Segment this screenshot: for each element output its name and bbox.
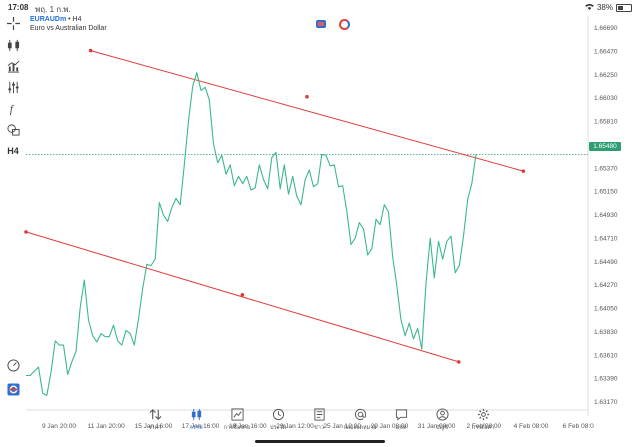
lower-channel-handle[interactable] xyxy=(240,293,245,297)
time-tick-label: 9 Jan 20:00 xyxy=(42,423,76,430)
price-tick-label: 1.65150 xyxy=(594,189,618,196)
lower-channel-line[interactable] xyxy=(25,231,459,363)
price-tick-label: 1.64490 xyxy=(594,259,618,266)
candlestick-icon xyxy=(191,408,201,421)
tab-label: การตั้งค่า xyxy=(471,425,495,431)
tab-label: กล่องจดหมาย xyxy=(343,425,377,431)
price-tick-label: 1.63610 xyxy=(594,352,618,359)
price-tick-label: 1.66030 xyxy=(594,95,618,102)
trend-chart-icon xyxy=(230,408,244,421)
sort-arrows-icon xyxy=(149,409,161,420)
price-tick-label: 1.63390 xyxy=(594,376,618,383)
lower-channel-handle[interactable] xyxy=(456,360,461,364)
at-icon xyxy=(354,408,366,420)
chat-icon xyxy=(395,409,407,421)
gear-icon xyxy=(477,408,489,421)
current-price-label: 1.65480 xyxy=(589,142,621,151)
tab-label: ราคา xyxy=(148,425,162,431)
price-tick-label: 1.65810 xyxy=(594,119,618,126)
tab-label: ข่าว xyxy=(314,425,324,431)
tab-label: บัญชี xyxy=(436,425,448,431)
tab-label: แชท xyxy=(395,425,407,431)
time-tick-label: 6 Feb 08:0 xyxy=(563,423,594,430)
upper-channel-line[interactable] xyxy=(90,50,524,172)
history-icon xyxy=(272,408,284,421)
news-icon xyxy=(313,408,325,421)
tab-settings[interactable]: การตั้งค่า xyxy=(458,408,508,432)
time-tick-label: 4 Feb 08:00 xyxy=(514,423,549,430)
upper-channel-handle[interactable] xyxy=(305,94,309,99)
price-tick-label: 1.64710 xyxy=(594,235,618,242)
account-icon xyxy=(435,408,449,421)
price-tick-label: 1.64050 xyxy=(594,306,618,313)
tab-label: ประวัติ xyxy=(269,425,287,431)
home-indicator xyxy=(255,440,385,443)
price-chart[interactable]: 1.666901.664701.662501.660301.658101.655… xyxy=(0,0,640,447)
price-tick-label: 1.65370 xyxy=(594,165,618,172)
upper-channel-handle[interactable] xyxy=(88,48,93,53)
lower-channel-handle[interactable] xyxy=(24,230,28,234)
price-tick-label: 1.66470 xyxy=(594,48,618,55)
tab-label: การซื้อขาย xyxy=(223,425,251,431)
price-tick-label: 1.63830 xyxy=(594,329,618,336)
upper-channel-handle[interactable] xyxy=(521,169,526,173)
time-tick-label: 11 Jan 20:00 xyxy=(88,423,125,430)
price-tick-label: 1.66690 xyxy=(594,25,618,32)
price-tick-label: 1.63170 xyxy=(594,399,618,406)
price-tick-label: 1.64930 xyxy=(594,212,618,219)
price-tick-label: 1.66250 xyxy=(594,72,618,79)
tab-label: กราฟ xyxy=(189,425,203,431)
price-tick-label: 1.64270 xyxy=(594,282,618,289)
